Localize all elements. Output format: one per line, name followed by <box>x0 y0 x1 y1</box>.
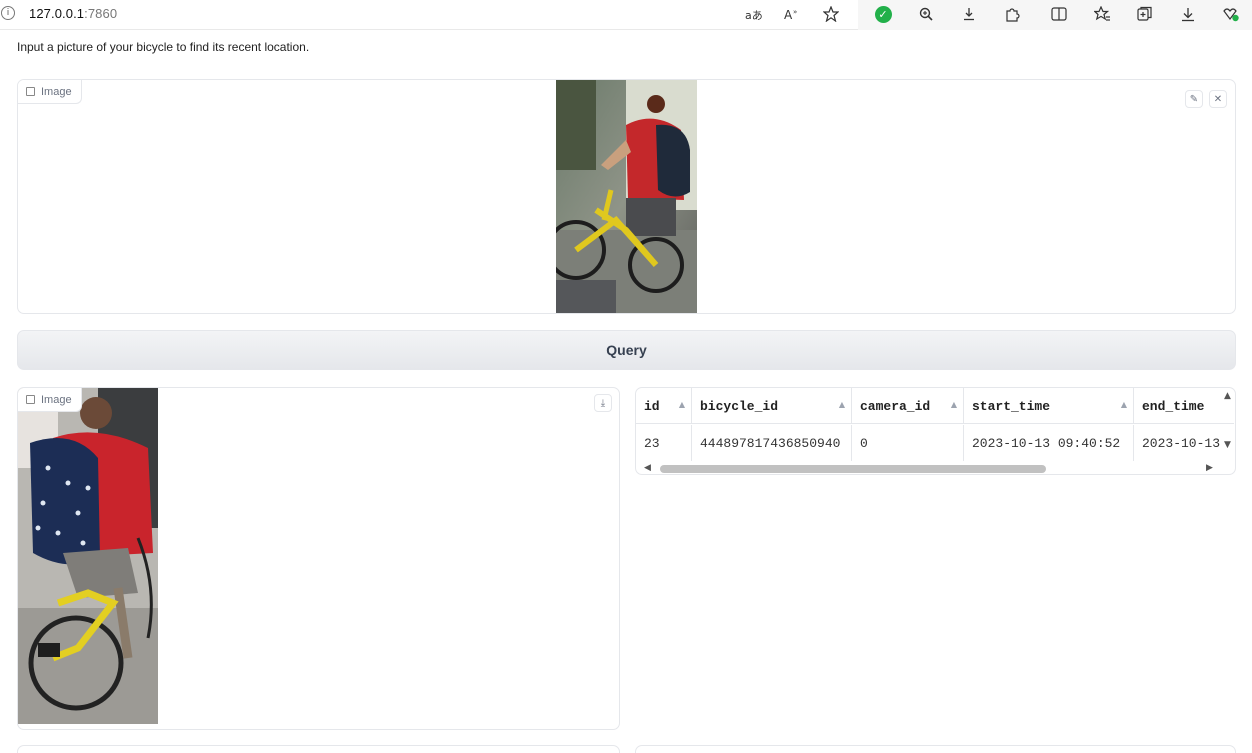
results-table: id ▲ bicycle_id ▲ camera_id ▲ start_time… <box>635 387 1236 475</box>
cell-camera-id: 0 <box>852 425 964 461</box>
input-image-label-text: Image <box>41 85 72 98</box>
svg-text:»: » <box>793 8 797 16</box>
table-row[interactable]: 23 444897817436850940 0 2023-10-13 09:40… <box>636 425 1234 461</box>
next-panel-right <box>635 745 1236 753</box>
profile-icon[interactable] <box>1221 4 1241 24</box>
column-header-end-time[interactable]: end_time <box>1134 388 1234 424</box>
column-header-label: id <box>644 398 660 414</box>
site-info-icon[interactable]: i <box>1 6 15 20</box>
url-port: :7860 <box>84 6 118 21</box>
output-image-panel: Image ⤓ <box>17 387 620 730</box>
query-button[interactable]: Query <box>17 330 1236 370</box>
input-image-panel[interactable]: Image ✎ ✕ <box>17 79 1236 314</box>
matched-bicycle-photo <box>18 388 158 724</box>
input-image-label: Image <box>18 80 82 104</box>
zoom-icon[interactable] <box>916 4 936 24</box>
sort-icon[interactable]: ▲ <box>839 400 845 409</box>
favorite-star-icon[interactable] <box>821 4 841 24</box>
scroll-down-arrow-icon[interactable]: ▼ <box>1224 440 1231 450</box>
sort-icon[interactable]: ▲ <box>1121 400 1127 409</box>
url-host: 127.0.0.1 <box>29 6 85 21</box>
image-icon <box>26 87 35 96</box>
edit-icon[interactable]: ✎ <box>1185 90 1203 108</box>
page-description: Input a picture of your bicycle to find … <box>17 40 310 54</box>
download-icon[interactable]: ⤓ <box>594 394 612 412</box>
cell-end-time: 2023-10-13 <box>1142 435 1221 451</box>
downloads-icon[interactable] <box>1178 4 1198 24</box>
collections-icon[interactable] <box>1135 4 1155 24</box>
sort-icon[interactable]: ▲ <box>951 400 957 409</box>
browser-toolbar: i 127.0.0.1:7860 aあ A» ✓ <box>0 0 1252 30</box>
sort-icon[interactable]: ▲ <box>679 400 685 409</box>
horizontal-scrollbar[interactable]: ◀ ▶ <box>636 462 1235 474</box>
cell-start-time: 2023-10-13 09:40:52 <box>964 425 1134 461</box>
output-image-label-text: Image <box>41 393 72 406</box>
column-header-label: camera_id <box>860 398 931 414</box>
text-size-icon[interactable]: A» <box>782 4 802 24</box>
download-arrow-icon[interactable] <box>959 4 979 24</box>
output-image-label: Image <box>18 388 82 412</box>
column-header-camera-id[interactable]: camera_id ▲ <box>852 388 964 424</box>
cell-id: 23 <box>636 425 692 461</box>
close-icon[interactable]: ✕ <box>1209 90 1227 108</box>
extension-check-icon[interactable]: ✓ <box>873 4 893 24</box>
column-header-label: bicycle_id <box>700 398 779 414</box>
favorites-icon[interactable] <box>1092 4 1112 24</box>
table-header-row: id ▲ bicycle_id ▲ camera_id ▲ start_time… <box>636 388 1234 424</box>
column-header-id[interactable]: id ▲ <box>636 388 692 424</box>
input-bicycle-photo <box>556 80 697 313</box>
column-header-start-time[interactable]: start_time ▲ <box>964 388 1134 424</box>
scroll-left-arrow-icon[interactable]: ◀ <box>644 463 651 473</box>
column-header-label: start_time <box>972 398 1051 414</box>
scroll-up-arrow-icon[interactable]: ▲ <box>1224 391 1231 401</box>
extensions-puzzle-icon[interactable] <box>1002 4 1022 24</box>
read-aloud-translate-icon[interactable]: aあ <box>743 4 763 24</box>
column-header-label: end_time <box>1142 398 1205 414</box>
svg-text:aあ: aあ <box>745 9 762 21</box>
scroll-right-arrow-icon[interactable]: ▶ <box>1206 463 1213 473</box>
svg-text:A: A <box>784 8 793 21</box>
address-bar[interactable]: 127.0.0.1:7860 <box>29 6 117 21</box>
next-panel-left <box>17 745 620 753</box>
cell-bicycle-id: 444897817436850940 <box>692 425 852 461</box>
scrollbar-thumb[interactable] <box>660 465 1046 473</box>
column-header-bicycle-id[interactable]: bicycle_id ▲ <box>692 388 852 424</box>
split-screen-icon[interactable] <box>1049 4 1069 24</box>
image-icon <box>26 395 35 404</box>
